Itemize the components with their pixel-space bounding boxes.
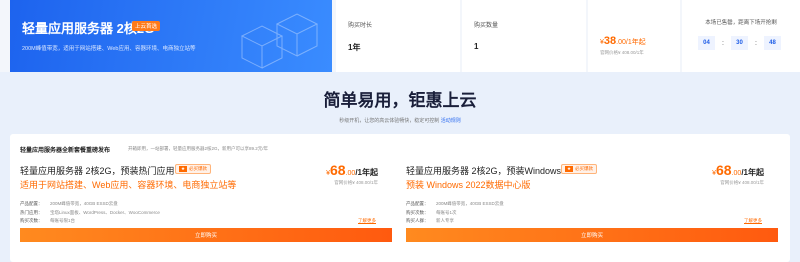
- spec-key: 购买人群：: [406, 218, 429, 223]
- card-price: ¥68.00/1年起: [326, 162, 378, 178]
- countdown-separator: :: [755, 39, 757, 47]
- price-unit: /1年起: [741, 168, 764, 177]
- card-original-price: 官网价格¥ 408.00/1年: [720, 180, 764, 185]
- quantity-value[interactable]: 1: [474, 42, 478, 51]
- card-highlight: 预装 Windows 2022数据中心版: [406, 180, 531, 190]
- promo-price: ¥38.00/1年起: [600, 35, 646, 47]
- countdown-separator: :: [722, 39, 724, 47]
- hero-banner: 轻量应用服务器 2核2G 上云首选 200M峰值带宽，适用于网站搭建、Web应用…: [10, 0, 332, 72]
- panel-heading: 轻量应用服务器全新套餐重磅发布: [20, 148, 111, 154]
- duration-value[interactable]: 1年: [348, 42, 360, 53]
- star-icon: ★: [565, 166, 574, 172]
- spec-row: 产品配置： 200M峰值带宽，40GB ESSD云盘: [20, 200, 160, 209]
- spec-key: 购买次数：: [406, 209, 429, 215]
- star-icon: ★: [179, 166, 188, 172]
- buy-now-button[interactable]: 立即购买: [20, 228, 392, 242]
- card-specs: 产品配置： 200M峰值带宽，40GB ESSD云盘 购买次数： 每账号1次 购买人…: [406, 200, 504, 226]
- hero-subtitle: 200M峰值带宽，适用于网站搭建、Web应用、容器环境、电商独立站等: [22, 46, 196, 52]
- panel-note: 开箱即用，一站部署，轻量应用服务器2核2G，新用户可以享89.2元/年: [128, 146, 269, 151]
- spec-value: 每账号限1台: [50, 218, 76, 223]
- card-original-price: 官网价格¥ 408.00/1年: [334, 180, 378, 185]
- price-block: ¥38.00/1年起 官网价格¥ 408.00/1年: [588, 0, 680, 72]
- hot-badge: ★ 必买爆款: [561, 164, 598, 174]
- quantity-selector[interactable]: 购买数量 1: [462, 0, 586, 72]
- countdown-timer: 04 : 30 : 48: [698, 36, 781, 50]
- cubes-illustration: [240, 13, 319, 69]
- learn-more-link[interactable]: 了解更多: [358, 218, 376, 224]
- spec-key: 购买次数：: [20, 218, 43, 223]
- price-value: 68: [716, 162, 732, 178]
- spec-key: 产品配置：: [20, 201, 43, 206]
- spec-value: 200M峰值带宽，40GB ESSD云盘: [436, 201, 504, 206]
- duration-label: 购买时长: [348, 23, 373, 29]
- countdown-hours: 04: [698, 36, 715, 50]
- spec-row: 产品配置： 200M峰值带宽，40GB ESSD云盘: [406, 200, 504, 209]
- spec-row: 购买次数： 每账号限1台: [20, 217, 160, 226]
- countdown-seconds: 48: [764, 36, 781, 50]
- spec-value: 200M峰值带宽，40GB ESSD云盘: [50, 201, 118, 206]
- countdown-label: 本场已售罄，距离下场开抢剩: [705, 20, 777, 26]
- spec-row: 热门应用： 宝塔Linux面板、WordPress、Docker、WooComme…: [20, 209, 160, 218]
- spec-row: 购买人群： 新人专享: [406, 217, 504, 226]
- section-subtitle-text: 秒级开机，让您的高云体验畅快，稳定可控制: [339, 118, 440, 124]
- price-decimal: .00: [345, 170, 356, 177]
- card-specs: 产品配置： 200M峰值带宽，40GB ESSD云盘 热门应用： 宝塔Linux面板…: [20, 200, 160, 226]
- duration-selector[interactable]: 购买时长 1年: [336, 0, 460, 72]
- countdown-minutes: 30: [731, 36, 748, 50]
- offer-panel: 轻量应用服务器全新套餐重磅发布 开箱即用，一站部署，轻量应用服务器2核2G，新用…: [10, 134, 790, 262]
- spec-row: 购买次数： 每账号1次: [406, 209, 504, 218]
- card-price: ¥68.00/1年起: [712, 162, 764, 178]
- hero-tag: 上云首选: [132, 21, 161, 31]
- hot-badge: ★ 必买爆款: [175, 164, 212, 174]
- card-highlight: 适用于网站搭建、Web应用、容器环境、电商独立站等: [20, 180, 237, 190]
- price-value: 38: [603, 35, 617, 47]
- section-title: 简单易用，钜惠上云: [323, 91, 477, 110]
- price-value: 68: [330, 162, 346, 178]
- price-suffix: .00/1年起: [616, 39, 646, 46]
- price-unit: /1年起: [355, 168, 378, 177]
- quantity-label: 购买数量: [474, 23, 499, 29]
- buy-now-button[interactable]: 立即购买: [406, 228, 778, 242]
- spec-value: 新人专享: [436, 218, 454, 223]
- product-card: 轻量应用服务器 2核2G，预装热门应用 ★ 必买爆款 适用于网站搭建、Web应用、…: [20, 160, 392, 258]
- spec-value: 宝塔Linux面板、WordPress、Docker、WooCommerce: [50, 209, 160, 215]
- spec-key: 产品配置：: [406, 201, 429, 206]
- rules-link[interactable]: 活动规则: [441, 118, 461, 124]
- product-card: 轻量应用服务器 2核2G，预装Windows ★ 必买爆款 预装 Windows …: [406, 160, 778, 258]
- price-decimal: .00: [731, 170, 742, 177]
- countdown-block: 本场已售罄，距离下场开抢剩 04 : 30 : 48: [682, 0, 800, 72]
- card-title: 轻量应用服务器 2核2G，预装热门应用: [20, 166, 175, 176]
- spec-key: 热门应用：: [20, 209, 43, 215]
- original-price: 官网价格¥ 408.00/1年: [600, 50, 644, 55]
- card-title: 轻量应用服务器 2核2G，预装Windows: [406, 166, 562, 176]
- badge-label: 必买爆款: [189, 166, 208, 171]
- badge-label: 必买爆款: [575, 166, 594, 171]
- learn-more-link[interactable]: 了解更多: [744, 218, 762, 224]
- spec-value: 每账号1次: [436, 209, 457, 215]
- section-subtitle: 秒级开机，让您的高云体验畅快，稳定可控制 活动规则: [0, 117, 800, 124]
